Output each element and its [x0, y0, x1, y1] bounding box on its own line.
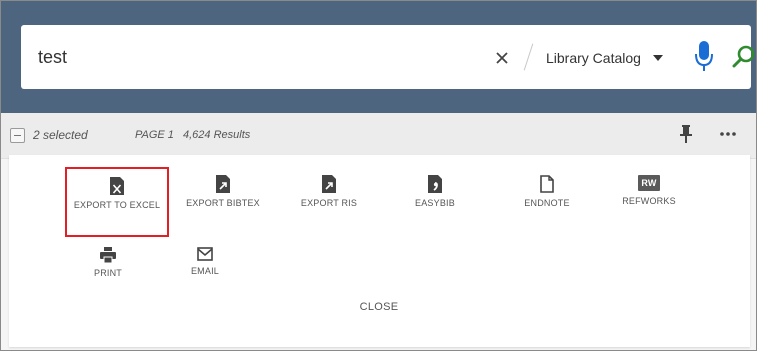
microphone-icon[interactable] [695, 41, 713, 71]
search-header: Library Catalog [1, 1, 756, 113]
more-icon[interactable] [719, 129, 737, 139]
easybib-button[interactable]: EASYBIB [401, 175, 469, 210]
export-ris-button[interactable]: EXPORT RIS [295, 175, 363, 210]
page-indicator: PAGE 1 [135, 129, 174, 141]
selected-count: 2 selected [33, 128, 88, 142]
envelope-icon [197, 247, 213, 261]
export-bibtex-label: EXPORT BIBTEX [186, 198, 260, 208]
refworks-icon: RW [638, 175, 660, 191]
print-label: PRINT [94, 268, 122, 278]
email-button[interactable]: EMAIL [173, 247, 237, 278]
bibtex-file-icon [216, 175, 230, 193]
export-ris-label: EXPORT RIS [300, 198, 358, 208]
ris-file-icon [322, 175, 336, 193]
printer-icon [100, 247, 116, 263]
endnote-label: ENDNOTE [524, 198, 570, 208]
easybib-label: EASYBIB [415, 198, 455, 208]
easybib-icon [428, 175, 442, 193]
close-button[interactable]: CLOSE [349, 301, 409, 313]
endnote-button[interactable]: ENDNOTE [512, 175, 582, 210]
print-button[interactable]: PRINT [76, 247, 140, 280]
refworks-button[interactable]: RW REFWORKS [612, 175, 686, 208]
chevron-down-icon [652, 55, 663, 61]
results-toolbar: 2 selected PAGE 1 4,624 Results [1, 113, 756, 159]
export-to-excel-label: EXPORT TO EXCEL [73, 200, 161, 210]
results-count: 4,624 Results [183, 129, 251, 141]
deselect-all-checkbox[interactable] [10, 128, 25, 143]
app-frame: Library Catalog 2 selected PAGE 1 4,624 … [0, 0, 757, 351]
refworks-label: REFWORKS [622, 196, 676, 206]
pin-icon[interactable] [680, 125, 692, 143]
scope-label: Library Catalog [546, 50, 641, 66]
close-icon[interactable] [495, 51, 509, 65]
email-label: EMAIL [190, 266, 219, 276]
scope-select[interactable]: Library Catalog [546, 47, 663, 69]
search-divider [523, 43, 534, 71]
export-bibtex-button[interactable]: EXPORT BIBTEX [180, 175, 266, 210]
search-icon[interactable] [732, 44, 756, 68]
export-panel: EXPORT TO EXCEL EXPORT BIBTEX EXPORT RIS… [9, 155, 750, 347]
endnote-icon [540, 175, 554, 193]
excel-file-icon [110, 177, 124, 195]
export-to-excel-button[interactable]: EXPORT TO EXCEL [65, 167, 169, 237]
search-box: Library Catalog [21, 25, 755, 89]
search-input[interactable] [38, 44, 458, 70]
